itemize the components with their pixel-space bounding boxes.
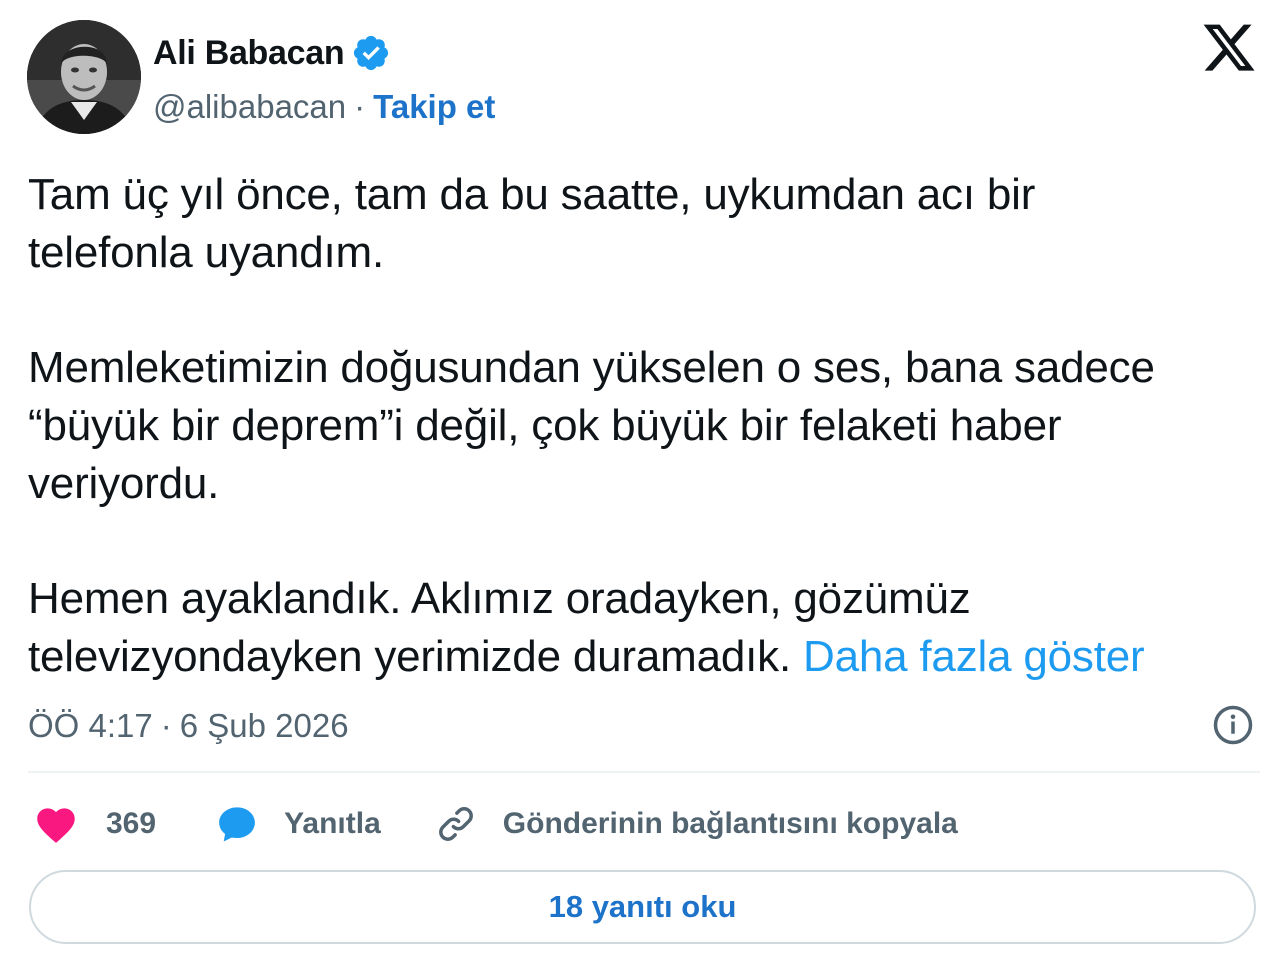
separator-dot: · bbox=[354, 88, 366, 125]
handle-row: @alibabacan · Takip et bbox=[153, 86, 495, 128]
tweet-time: ÖÖ 4:17 bbox=[28, 707, 153, 744]
link-icon bbox=[438, 807, 473, 841]
like-count: 369 bbox=[106, 807, 157, 840]
read-replies-label: 18 yanıtı oku bbox=[548, 889, 737, 924]
divider bbox=[28, 771, 1260, 773]
author-name-row: Ali Babacan bbox=[153, 30, 391, 76]
avatar[interactable] bbox=[27, 20, 141, 134]
author-name[interactable]: Ali Babacan bbox=[153, 34, 345, 73]
follow-button[interactable]: Takip et bbox=[373, 88, 495, 126]
author-handle[interactable]: @alibabacan bbox=[153, 88, 346, 126]
action-bar: 369 Yanıtla Gönderinin bağlantısını kopy… bbox=[34, 798, 958, 850]
copy-link-label: Gönderinin bağlantısını kopyala bbox=[502, 807, 958, 840]
copy-link-button[interactable]: Gönderinin bağlantısını kopyala bbox=[435, 803, 958, 845]
x-logo-icon[interactable] bbox=[1200, 24, 1258, 76]
reply-label: Yanıtla bbox=[284, 807, 381, 840]
heart-icon bbox=[37, 808, 75, 843]
speech-bubble-icon bbox=[219, 807, 255, 842]
reply-button[interactable]: Yanıtla bbox=[216, 803, 381, 845]
avatar-photo bbox=[27, 20, 141, 134]
info-icon[interactable] bbox=[1212, 704, 1254, 746]
tweet-timestamp[interactable]: ÖÖ 4:17 · 6 Şub 2026 bbox=[28, 702, 349, 750]
verified-badge-icon bbox=[351, 33, 391, 73]
tweet-paragraph-2: Memleketimizin doğusundan yükselen o ses… bbox=[28, 343, 1155, 508]
tweet-text: Tam üç yıl önce, tam da bu saatte, uykum… bbox=[28, 166, 1258, 686]
tweet-paragraph-1: Tam üç yıl önce, tam da bu saatte, uykum… bbox=[28, 170, 1036, 277]
like-button[interactable]: 369 bbox=[34, 804, 156, 844]
read-replies-button[interactable]: 18 yanıtı oku bbox=[29, 870, 1256, 944]
show-more-link[interactable]: Daha fazla göster bbox=[803, 632, 1145, 681]
tweet-paragraph-3: Hemen ayaklandık. Aklımız oradayken, göz… bbox=[28, 570, 1258, 686]
tweet-date: 6 Şub 2026 bbox=[179, 707, 349, 744]
meta-separator: · bbox=[160, 707, 172, 744]
